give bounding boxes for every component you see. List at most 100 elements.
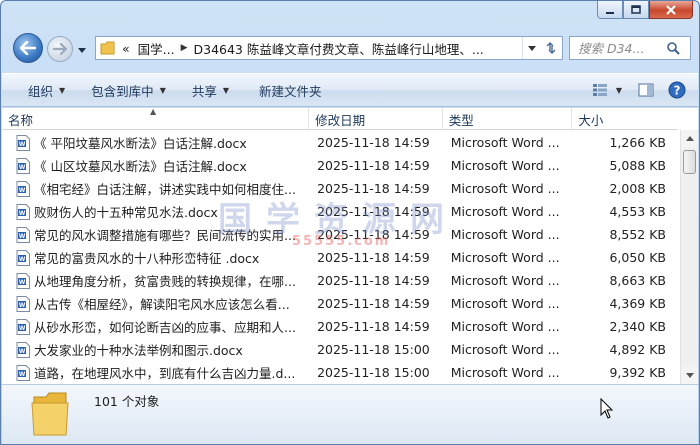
column-date[interactable]: 修改日期 [309,108,443,130]
svg-text:W: W [19,302,26,309]
file-size: 8,552 KB [609,227,666,242]
change-view-button[interactable] [588,77,612,103]
include-in-library-label: 包含到库中 [91,83,154,99]
breadcrumb-separator-icon[interactable]: ▶ [181,43,188,53]
back-button[interactable] [13,33,43,63]
column-name[interactable]: 名称 ▲ [2,107,310,130]
organize-label: 组织 [28,83,54,99]
word-document-icon: W [16,341,30,358]
file-row[interactable]: W 大发家业的十种水法举例和图示.docx 2025-11-18 15:00 Micr… [2,338,678,361]
file-name-cell[interactable]: W 道路，在地理风水中，到底有什么吉凶力量.d... [2,363,309,382]
command-bar: 组织 ▼ 包含到库中 ▼ 共享 ▼ 新建文件夹 ▼ ? [2,73,698,107]
file-row[interactable]: W 《相宅经》白话注解，讲述实践中如何相度住... 2025-11-18 14:59… [2,177,678,200]
file-row[interactable]: W 从地理角度分析，贫富贵贱的转换规律，在哪... 2025-11-18 14:59… [2,269,678,292]
search-icon[interactable] [666,41,680,55]
svg-text:W: W [19,210,26,217]
breadcrumb-overflow[interactable]: « [122,41,130,56]
svg-text:W: W [19,187,26,194]
column-header: 名称 ▲ 修改日期 类型 大小 [2,107,678,130]
file-row[interactable]: W 《 山区坟墓风水断法》白话注解.docx 2025-11-18 14:59 Mic… [2,154,678,177]
word-document-icon: W [16,318,30,335]
address-bar[interactable]: « 国学... ▶ D34643 陈益峰文章付费文章、陈益峰行山地理、... [95,36,563,60]
file-row[interactable]: W 败财伤人的十五种常见水法.docx 2025-11-18 14:59 Micros… [2,200,678,223]
new-folder-label: 新建文件夹 [259,83,322,99]
file-row[interactable]: W 从砂水形峦，如何论断吉凶的应事、应期和人... 2025-11-18 14:59… [2,315,678,338]
folder-icon [100,41,115,55]
scroll-thumb[interactable] [683,150,696,174]
sort-ascending-icon: ▲ [150,107,157,116]
share-menu[interactable]: 共享 ▼ [178,77,241,103]
forward-button[interactable] [47,36,73,62]
file-date: 2025-11-18 14:59 [317,273,430,288]
search-box[interactable] [569,36,691,60]
word-document-icon: W [16,180,30,197]
preview-pane-icon [638,83,654,97]
chevron-down-icon: ▼ [59,85,66,95]
file-name-cell[interactable]: W 败财伤人的十五种常见水法.docx [2,202,309,221]
svg-text:W: W [19,279,26,286]
view-options-dropdown[interactable]: ▼ [612,77,630,103]
file-name-cell[interactable]: W 从地理角度分析，贫富贵贱的转换规律，在哪... [2,271,309,290]
preview-pane-button[interactable] [630,77,662,103]
svg-text:?: ? [674,84,681,98]
maximize-button[interactable] [623,1,649,19]
file-type: Microsoft Word ... [450,319,560,334]
file-size: 2,008 KB [609,181,666,196]
file-date: 2025-11-18 14:59 [317,158,430,173]
word-document-icon: W [16,249,30,266]
help-button[interactable]: ? [662,77,698,103]
breadcrumb-item-current[interactable]: D34643 陈益峰文章付费文章、陈益峰行山地理、... [194,39,484,58]
file-row[interactable]: W 从古传《相屋经》，解读阳宅风水应该怎么看... 2025-11-18 14:59… [2,292,678,315]
include-in-library-menu[interactable]: 包含到库中 ▼ [77,77,178,103]
file-name-cell[interactable]: W 从砂水形峦，如何论断吉凶的应事、应期和人... [2,317,309,336]
file-date: 2025-11-18 15:00 [317,342,430,357]
refresh-button[interactable] [540,37,562,59]
recent-pages-dropdown[interactable] [77,43,87,57]
file-type: Microsoft Word ... [450,135,560,150]
file-row[interactable]: W 道路，在地理风水中，到底有什么吉凶力量.d... 2025-11-18 15:0… [2,361,678,384]
close-button[interactable] [649,1,693,19]
file-date: 2025-11-18 15:00 [317,365,430,380]
file-name: 《 山区坟墓风水断法》白话注解.docx [34,159,247,174]
file-date: 2025-11-18 14:59 [317,319,430,334]
file-row[interactable]: W 常见的风水调整措施有哪些？民间流传的实用... 2025-11-18 14:59… [2,223,678,246]
address-dropdown[interactable] [522,37,540,59]
file-name-cell[interactable]: W 常见的风水调整措施有哪些？民间流传的实用... [2,225,309,244]
file-type: Microsoft Word ... [450,181,560,196]
word-document-icon: W [16,157,30,174]
file-size: 4,892 KB [609,342,666,357]
file-name: 从古传《相屋经》，解读阳宅风水应该怎么看... [34,297,290,312]
column-size-label: 大小 [578,112,604,128]
file-name-cell[interactable]: W 大发家业的十种水法举例和图示.docx [2,340,309,359]
column-type[interactable]: 类型 [443,108,573,130]
file-type: Microsoft Word ... [450,273,560,288]
search-input[interactable] [578,40,666,56]
minimize-button[interactable] [597,1,623,19]
file-type: Microsoft Word ... [450,365,560,380]
file-name-cell[interactable]: W 《 平阳坟墓风水断法》白话注解.docx [2,133,309,152]
word-document-icon: W [16,272,30,289]
column-size[interactable]: 大小 [572,108,678,130]
file-name-cell[interactable]: W 常见的富贵风水的十八种形峦特征 .docx [2,248,309,267]
file-name: 败财伤人的十五种常见水法.docx [34,205,218,220]
file-row[interactable]: W 常见的富贵风水的十八种形峦特征 .docx 2025-11-18 14:59 Mi… [2,246,678,269]
scroll-up-button[interactable] [681,130,698,147]
file-name-cell[interactable]: W 《相宅经》白话注解，讲述实践中如何相度住... [2,179,309,198]
new-folder-button[interactable]: 新建文件夹 [241,77,334,103]
file-name-cell[interactable]: W 《 山区坟墓风水断法》白话注解.docx [2,156,309,175]
scroll-down-button[interactable] [681,367,698,384]
file-name: 从砂水形峦，如何论断吉凶的应事、应期和人... [34,320,296,335]
chevron-down-icon: ▼ [615,85,622,95]
file-name: 常见的风水调整措施有哪些？民间流传的实用... [34,228,296,243]
vertical-scrollbar[interactable] [680,130,698,384]
file-name: 从地理角度分析，贫富贵贱的转换规律，在哪... [34,274,296,289]
file-row[interactable]: W 《 平阳坟墓风水断法》白话注解.docx 2025-11-18 14:59 Mic… [2,131,678,154]
organize-menu[interactable]: 组织 ▼ [2,77,77,103]
file-date: 2025-11-18 14:59 [317,296,430,311]
breadcrumb-item[interactable]: 国学... [138,39,175,58]
file-type: Microsoft Word ... [450,342,560,357]
svg-text:W: W [19,233,26,240]
file-list: 名称 ▲ 修改日期 类型 大小 W 《 平阳坟墓风水断法》白话注解.docx 202… [2,107,698,384]
file-name-cell[interactable]: W 从古传《相屋经》，解读阳宅风水应该怎么看... [2,294,309,313]
refresh-icon [546,42,556,54]
